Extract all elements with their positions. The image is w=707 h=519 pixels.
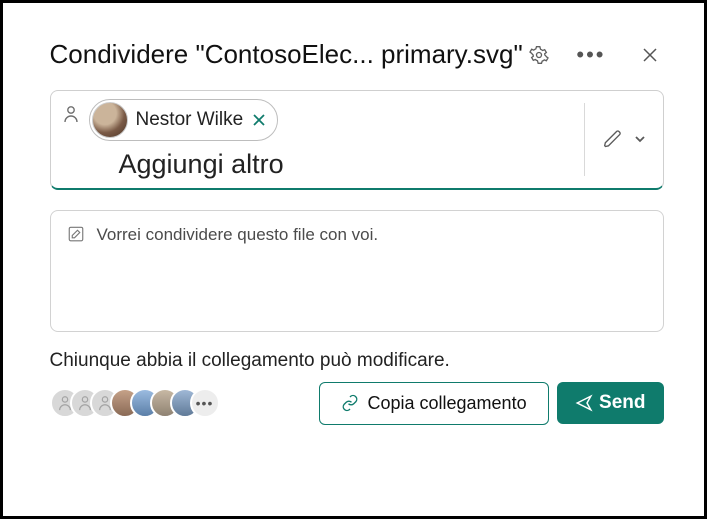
dialog-title: Condividere "ContosoElec... primary.svg" bbox=[50, 39, 523, 70]
people-with-access[interactable]: ••• bbox=[50, 388, 220, 418]
recipients-field[interactable]: Nestor Wilke Aggiungi altro bbox=[50, 90, 664, 190]
add-more-placeholder[interactable]: Aggiungi altro bbox=[89, 149, 576, 180]
pencil-icon bbox=[603, 129, 623, 149]
edit-permissions-button[interactable] bbox=[597, 123, 653, 155]
copy-link-label: Copia collegamento bbox=[367, 393, 526, 414]
compose-icon bbox=[67, 225, 85, 248]
message-text: Vorrei condividere questo file con voi. bbox=[97, 225, 379, 245]
recipient-chip[interactable]: Nestor Wilke bbox=[89, 99, 279, 141]
x-icon bbox=[251, 112, 267, 128]
link-icon bbox=[341, 394, 359, 412]
send-icon bbox=[575, 394, 593, 412]
avatar bbox=[92, 102, 128, 138]
close-icon bbox=[642, 47, 658, 63]
permission-summary: Chiunque abbia il collegamento può modif… bbox=[50, 350, 664, 372]
send-label: Send bbox=[599, 392, 645, 414]
chevron-down-icon bbox=[633, 132, 647, 146]
close-button[interactable] bbox=[636, 41, 664, 69]
more-people-button[interactable]: ••• bbox=[190, 388, 220, 418]
dialog-footer: Chiunque abbia il collegamento può modif… bbox=[50, 350, 664, 425]
share-dialog: Condividere "ContosoElec... primary.svg"… bbox=[24, 20, 684, 500]
settings-gear-icon[interactable] bbox=[529, 45, 549, 65]
dialog-titlebar: Condividere "ContosoElec... primary.svg"… bbox=[50, 38, 664, 72]
vertical-divider bbox=[584, 103, 585, 176]
copy-link-button[interactable]: Copia collegamento bbox=[319, 382, 549, 425]
send-button[interactable]: Send bbox=[557, 382, 663, 424]
contact-icon bbox=[63, 99, 79, 128]
remove-recipient-button[interactable] bbox=[251, 112, 267, 128]
recipient-chip-name: Nestor Wilke bbox=[136, 109, 244, 131]
message-field[interactable]: Vorrei condividere questo file con voi. bbox=[50, 210, 664, 332]
more-options-button[interactable]: ••• bbox=[570, 38, 611, 72]
